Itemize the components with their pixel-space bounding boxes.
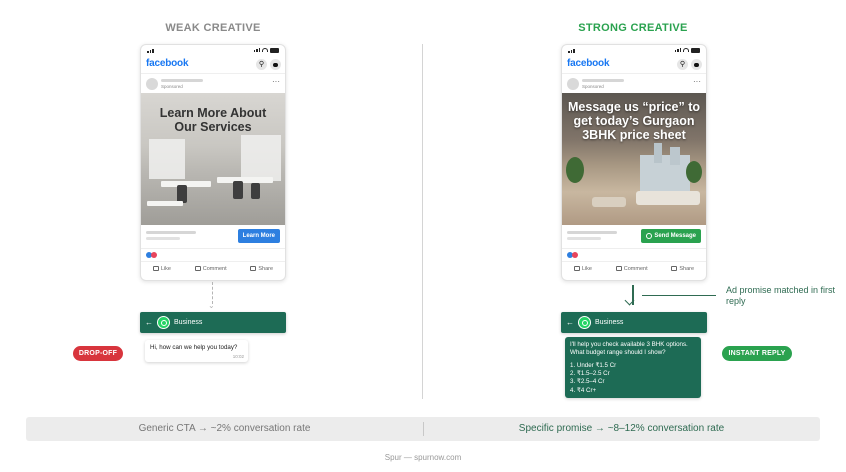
sponsored-label: Sponsored bbox=[161, 84, 183, 89]
facebook-logo[interactable]: facebook bbox=[146, 58, 189, 69]
weak-flow-arrow-head: ⌄ bbox=[208, 301, 215, 310]
credit-footer: Spur — spurnow.com bbox=[384, 453, 462, 462]
avatar[interactable] bbox=[567, 78, 579, 90]
apartment-ad-image[interactable]: Message us “price” to get today’s Gurgao… bbox=[562, 93, 706, 225]
generic-reply-text: Hi, how can we help you today? bbox=[150, 344, 238, 351]
ad-promise-annotation: Ad promise matched in first reply bbox=[726, 285, 836, 307]
back-arrow-icon[interactable]: ← bbox=[566, 318, 574, 327]
cta-row: Learn More bbox=[141, 225, 285, 249]
share-icon bbox=[250, 266, 257, 271]
whatsapp-icon bbox=[578, 316, 591, 329]
comment-button[interactable]: Comment bbox=[194, 266, 227, 272]
search-icon[interactable]: ⚲ bbox=[256, 59, 267, 70]
cellular-icon bbox=[674, 48, 681, 53]
weak-creative-heading: WEAK CREATIVE bbox=[165, 22, 261, 34]
office-ad-image[interactable]: Learn More About Our Services bbox=[141, 93, 285, 225]
post-actions: Like Comment Share bbox=[141, 261, 285, 275]
facebook-header: facebook ⚲ bbox=[562, 57, 706, 73]
whatsapp-chat-header: ← Business bbox=[561, 312, 707, 333]
reply-line: What budget range should I show? bbox=[570, 349, 666, 357]
page-name-placeholder bbox=[582, 79, 624, 82]
chat-contact-name: Business bbox=[595, 319, 624, 326]
more-options-icon[interactable]: ··· bbox=[693, 77, 701, 86]
page-name-placeholder bbox=[161, 79, 203, 82]
wifi-icon bbox=[262, 48, 268, 53]
budget-option[interactable]: 4. ₹4 Cr+ bbox=[570, 387, 696, 395]
specific-reply-bubble: I'll help you check available 3 BHK opti… bbox=[565, 337, 701, 398]
post-header: Sponsored ··· bbox=[562, 73, 706, 93]
column-divider bbox=[422, 44, 423, 399]
budget-option[interactable]: 2. ₹1.5–2.5 Cr bbox=[570, 370, 696, 378]
back-arrow-icon[interactable]: ← bbox=[145, 318, 153, 327]
like-button[interactable]: Like bbox=[573, 266, 592, 272]
whatsapp-chat-header: ← Business bbox=[140, 312, 286, 333]
generic-reply-bubble: Hi, how can we help you today? 10:02 bbox=[145, 340, 248, 362]
thumbs-up-icon bbox=[152, 266, 159, 271]
comment-icon bbox=[615, 266, 622, 271]
reactions bbox=[141, 249, 285, 261]
messenger-icon[interactable] bbox=[270, 59, 281, 70]
comment-button[interactable]: Comment bbox=[615, 266, 648, 272]
ad-headline: Learn More About Our Services bbox=[159, 106, 267, 134]
strong-result-text: Specific promise → ~8–12% conversation r… bbox=[518, 423, 725, 434]
annotation-connector bbox=[642, 295, 716, 296]
send-message-button[interactable]: Send Message bbox=[641, 229, 701, 243]
messenger-icon[interactable] bbox=[691, 59, 702, 70]
battery-icon bbox=[691, 48, 700, 53]
post-actions: Like Comment Share bbox=[562, 261, 706, 275]
status-bar bbox=[141, 45, 285, 57]
status-bar bbox=[562, 45, 706, 57]
sponsored-label: Sponsored bbox=[582, 84, 604, 89]
signal-icon bbox=[147, 49, 154, 53]
drop-off-badge: DROP-OFF bbox=[73, 346, 123, 361]
budget-option[interactable]: 3. ₹2.5–4 Cr bbox=[570, 378, 696, 386]
comment-icon bbox=[194, 266, 201, 271]
share-button[interactable]: Share bbox=[671, 266, 694, 272]
ad-headline: Message us “price” to get today’s Gurgao… bbox=[568, 100, 700, 142]
results-bar: Generic CTA → ~2% conversation rate Spec… bbox=[26, 417, 820, 441]
love-reaction-icon bbox=[151, 252, 157, 258]
budget-option[interactable]: 1. Under ₹1.5 Cr bbox=[570, 362, 696, 370]
facebook-logo[interactable]: facebook bbox=[567, 58, 610, 69]
share-icon bbox=[671, 266, 678, 271]
instant-reply-badge: INSTANT REPLY bbox=[722, 346, 792, 361]
chat-contact-name: Business bbox=[174, 319, 203, 326]
love-reaction-icon bbox=[572, 252, 578, 258]
whatsapp-icon bbox=[646, 233, 653, 239]
learn-more-button[interactable]: Learn More bbox=[237, 229, 280, 243]
strong-ad-phone: facebook ⚲ Sponsored ··· Message us “pri… bbox=[561, 44, 707, 281]
signal-icon bbox=[568, 49, 575, 53]
message-timestamp: 10:02 bbox=[232, 353, 244, 359]
share-button[interactable]: Share bbox=[250, 266, 273, 272]
wifi-icon bbox=[683, 48, 689, 53]
reactions bbox=[562, 249, 706, 261]
search-icon[interactable]: ⚲ bbox=[677, 59, 688, 70]
avatar[interactable] bbox=[146, 78, 158, 90]
whatsapp-icon bbox=[157, 316, 170, 329]
post-header: Sponsored ··· bbox=[141, 73, 285, 93]
cellular-icon bbox=[253, 48, 260, 53]
reply-line: I'll help you check available 3 BHK opti… bbox=[570, 341, 688, 348]
more-options-icon[interactable]: ··· bbox=[272, 77, 280, 86]
weak-result-text: Generic CTA → ~2% conversation rate bbox=[138, 423, 311, 434]
facebook-header: facebook ⚲ bbox=[141, 57, 285, 73]
cta-row: Send Message bbox=[562, 225, 706, 249]
thumbs-up-icon bbox=[573, 266, 580, 271]
strong-creative-heading: STRONG CREATIVE bbox=[578, 22, 688, 34]
weak-ad-phone: facebook ⚲ Sponsored ··· Learn More Abou… bbox=[140, 44, 286, 281]
like-button[interactable]: Like bbox=[152, 266, 171, 272]
battery-icon bbox=[270, 48, 279, 53]
